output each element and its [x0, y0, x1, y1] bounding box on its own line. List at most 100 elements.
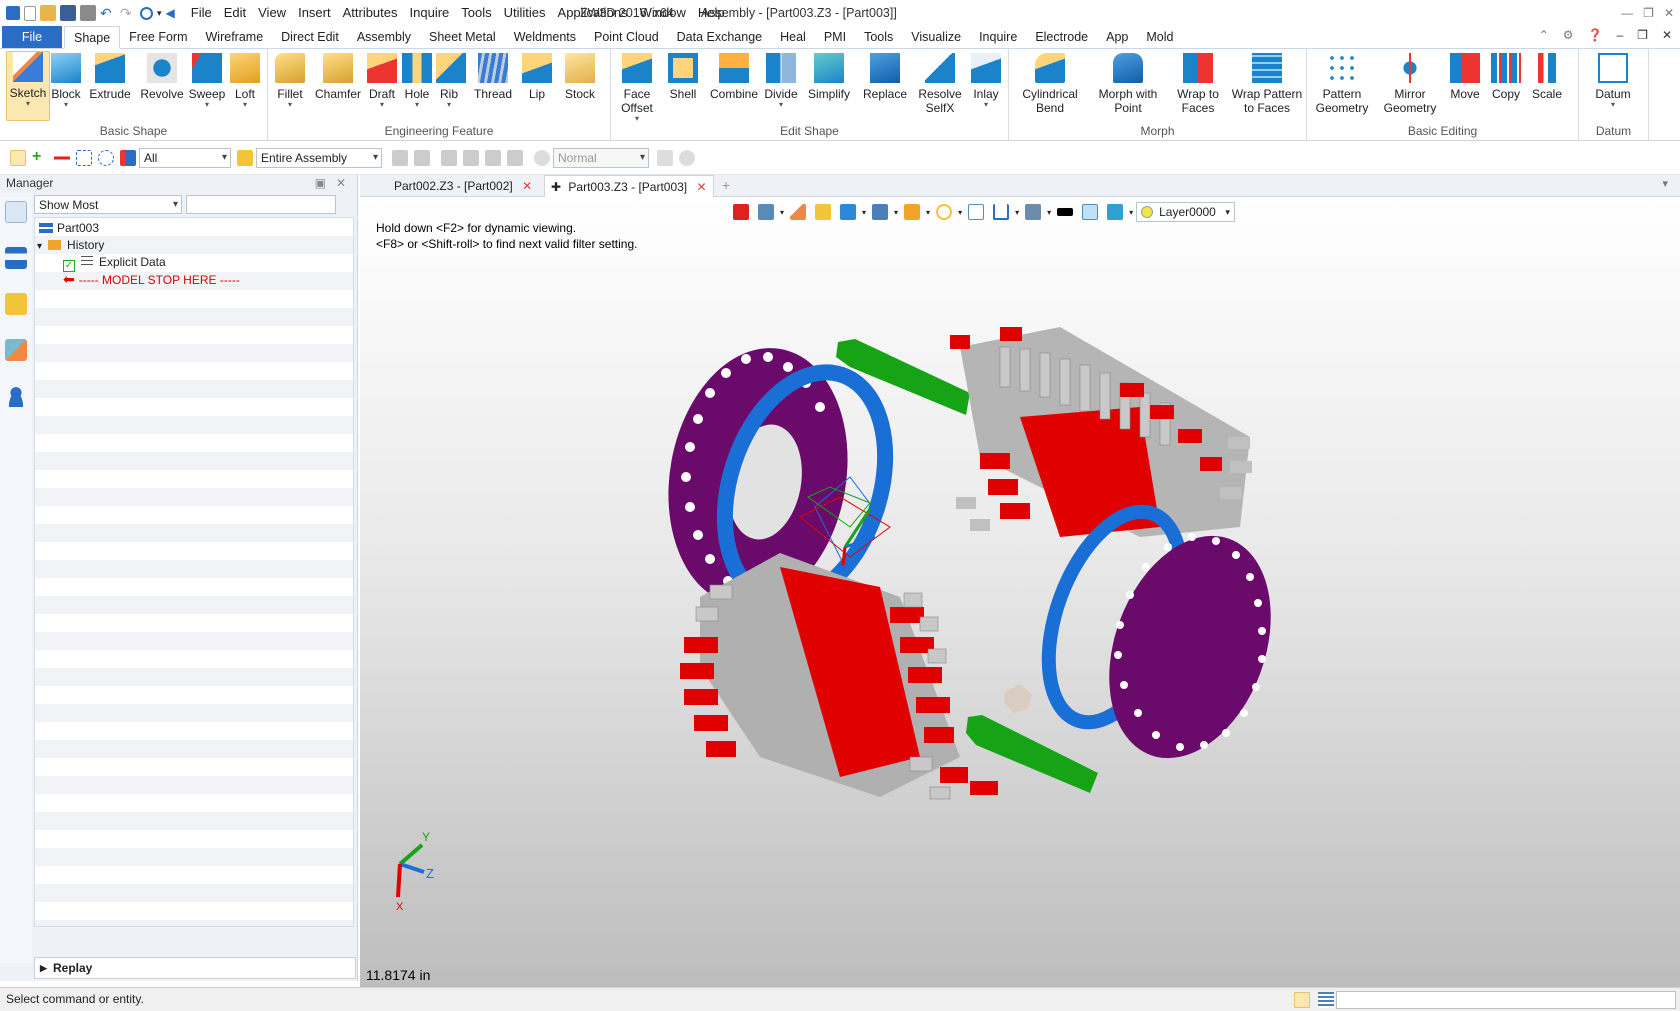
tab-shape[interactable]: Shape: [64, 26, 121, 49]
wrap-pattern-to-faces-button[interactable]: Wrap Pattern to Faces: [1231, 53, 1303, 115]
pick-arrow-icon[interactable]: [10, 149, 26, 166]
tab-list-icon[interactable]: ▾: [1662, 177, 1668, 190]
rib-button[interactable]: Rib ▾: [436, 53, 466, 109]
close-tab-icon[interactable]: ✕: [522, 179, 532, 193]
expand-chevron-icon[interactable]: ▾: [37, 241, 42, 252]
model-stop-marker[interactable]: ⬅ ----- MODEL STOP HERE -----: [63, 270, 240, 288]
help-icon[interactable]: ❓: [1588, 28, 1603, 42]
menu-file[interactable]: File: [185, 0, 218, 26]
menu-edit[interactable]: Edit: [218, 0, 252, 26]
sweep-button[interactable]: Sweep ▾: [188, 53, 226, 109]
divide-button[interactable]: Divide ▾: [761, 53, 801, 109]
thread-button[interactable]: Thread: [472, 53, 514, 101]
combine-button[interactable]: Combine: [709, 53, 759, 101]
settings-gear-icon[interactable]: ⚙: [1563, 28, 1574, 42]
menu-attributes[interactable]: Attributes: [337, 0, 404, 26]
status-icon-1[interactable]: [1294, 992, 1310, 1008]
manager-close-icon[interactable]: ✕: [336, 175, 346, 191]
tree-root[interactable]: Part003: [39, 219, 99, 237]
datum-button[interactable]: Datum ▾: [1589, 53, 1637, 109]
small-block[interactable]: [1004, 684, 1032, 713]
inlay-button[interactable]: Inlay ▾: [969, 53, 1003, 109]
revolve-button[interactable]: Revolve: [138, 53, 186, 101]
save-icon[interactable]: [60, 5, 76, 21]
box-select-icon[interactable]: [76, 149, 92, 166]
new-tab-icon[interactable]: +: [722, 177, 730, 193]
close-tab-icon[interactable]: ✕: [696, 180, 706, 194]
tree-search-input[interactable]: [186, 195, 336, 214]
tab-direct-edit[interactable]: Direct Edit: [272, 26, 348, 48]
tool-gray-7-icon[interactable]: [657, 149, 673, 166]
wrap-to-faces-button[interactable]: Wrap to Faces: [1171, 53, 1225, 115]
tool-gray-3-icon[interactable]: [441, 149, 457, 166]
qa-arrow-icon[interactable]: ◀: [166, 6, 175, 20]
upper-right-coil-assembly[interactable]: [950, 327, 1252, 537]
assembly-tree-icon[interactable]: [5, 247, 27, 269]
tab-assembly[interactable]: Assembly: [348, 26, 420, 48]
menu-insert[interactable]: Insert: [292, 0, 337, 26]
morph-with-point-button[interactable]: Morph with Point: [1093, 53, 1163, 115]
sketch-button[interactable]: Sketch ▾: [6, 51, 50, 121]
remove-icon[interactable]: [54, 149, 70, 166]
show-most-select[interactable]: Show Most: [34, 195, 182, 214]
shell-button[interactable]: Shell: [665, 53, 701, 101]
part-icon[interactable]: [5, 293, 27, 315]
hole-button[interactable]: Hole ▾: [402, 53, 432, 109]
undo-icon[interactable]: ↶: [100, 5, 116, 21]
replay-panel[interactable]: ▶ Replay: [34, 957, 356, 979]
tab-file[interactable]: File: [2, 26, 62, 48]
manager-pin-icon[interactable]: ▣: [315, 175, 326, 191]
resolve-selfx-button[interactable]: Resolve SelfX: [917, 53, 963, 115]
right-purple-flange[interactable]: [1080, 513, 1300, 780]
filter-select[interactable]: All: [139, 147, 231, 168]
block-button[interactable]: Block ▾: [48, 53, 84, 109]
tab-app[interactable]: App: [1097, 26, 1137, 48]
tab-part003[interactable]: ✚ Part003.Z3 - [Part003] ✕: [544, 175, 714, 197]
circle-select-icon[interactable]: [98, 149, 114, 166]
status-icon-2[interactable]: [1318, 992, 1334, 1008]
tool-gray-1-icon[interactable]: [392, 149, 408, 166]
doc-minimize-icon[interactable]: –: [1616, 28, 1623, 42]
new-file-icon[interactable]: [24, 5, 36, 21]
view-manager-icon[interactable]: [5, 339, 27, 361]
open-folder-icon[interactable]: [40, 5, 56, 21]
stock-button[interactable]: Stock: [558, 53, 602, 101]
move-button[interactable]: Move: [1447, 53, 1483, 101]
tab-wireframe[interactable]: Wireframe: [197, 26, 273, 48]
reset-icon[interactable]: [140, 6, 153, 20]
scope-select[interactable]: Entire Assembly: [256, 147, 382, 168]
loft-button[interactable]: Loft ▾: [228, 53, 262, 109]
tab-tools[interactable]: Tools: [855, 26, 902, 48]
doc-close-icon[interactable]: ✕: [1662, 28, 1672, 42]
tab-heal[interactable]: Heal: [771, 26, 815, 48]
add-icon[interactable]: +: [32, 148, 48, 166]
face-offset-button[interactable]: Face Offset ▾: [615, 53, 659, 123]
tool-gray-4-icon[interactable]: [463, 149, 479, 166]
assembly-model[interactable]: [360, 197, 1680, 987]
print-icon[interactable]: [80, 5, 96, 21]
tool-gray-5-icon[interactable]: [485, 149, 501, 166]
user-icon[interactable]: [5, 385, 27, 407]
tool-gray-2-icon[interactable]: [414, 149, 430, 166]
replace-button[interactable]: Replace: [861, 53, 909, 101]
menu-applications[interactable]: Applications: [552, 0, 634, 26]
menu-window[interactable]: Window: [634, 0, 692, 26]
tab-inquire[interactable]: Inquire: [970, 26, 1026, 48]
restore-icon[interactable]: ❐: [1643, 0, 1654, 26]
copy-button[interactable]: Copy: [1489, 53, 1523, 101]
menu-help[interactable]: Help: [692, 0, 731, 26]
lower-left-coil-assembly[interactable]: [680, 553, 998, 800]
3d-viewport[interactable]: Hold down <F2> for dynamic viewing. <F8>…: [360, 197, 1680, 987]
menu-view[interactable]: View: [252, 0, 292, 26]
lip-button[interactable]: Lip: [520, 53, 554, 101]
chamfer-button[interactable]: Chamfer: [314, 53, 362, 101]
customize-dropdown-icon[interactable]: ▾: [157, 8, 162, 19]
pattern-geometry-button[interactable]: Pattern Geometry: [1311, 53, 1373, 115]
assembly-scope-icon[interactable]: [237, 149, 253, 166]
cylindrical-bend-button[interactable]: Cylindrical Bend: [1017, 53, 1083, 115]
expand-right-icon[interactable]: ▶: [40, 958, 47, 978]
tab-visualize[interactable]: Visualize: [902, 26, 970, 48]
close-icon[interactable]: ✕: [1664, 0, 1674, 26]
extrude-button[interactable]: Extrude: [88, 53, 132, 101]
minimize-icon[interactable]: —: [1621, 0, 1633, 26]
